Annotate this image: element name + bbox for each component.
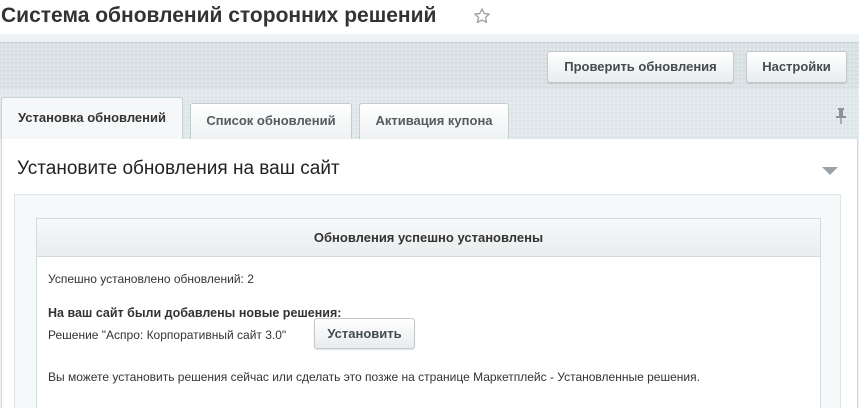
settings-button[interactable]: Настройки <box>746 51 847 83</box>
pin-icon[interactable] <box>835 108 847 124</box>
success-notice: Обновления успешно установлены Успешно у… <box>36 218 821 408</box>
chevron-down-icon[interactable] <box>821 166 839 176</box>
install-later-note: Вы можете установить решения сейчас или … <box>48 370 700 384</box>
content-panel: Установите обновления на ваш сайт Обновл… <box>1 139 858 408</box>
notice-header: Обновления успешно установлены <box>37 219 820 257</box>
page-title: Система обновлений сторонних решений <box>1 4 437 27</box>
panel-body: Обновления успешно установлены Успешно у… <box>14 194 841 408</box>
panel-title: Установите обновления на ваш сайт <box>17 158 340 179</box>
tab-updates-list[interactable]: Список обновлений <box>190 103 352 139</box>
tab-coupon-activation[interactable]: Активация купона <box>359 103 509 139</box>
install-solution-button[interactable]: Установить <box>314 318 415 349</box>
star-icon[interactable] <box>473 7 491 25</box>
title-bar: Система обновлений сторонних решений <box>0 0 859 34</box>
tab-install-updates[interactable]: Установка обновлений <box>1 97 183 139</box>
tabs-bar: Установка обновлений Список обновлений А… <box>0 89 859 139</box>
check-updates-button[interactable]: Проверить обновления <box>547 51 734 83</box>
new-solutions-heading: На ваш сайт были добавлены новые решения… <box>48 306 342 320</box>
solution-name-text: Решение "Аспро: Корпоративный сайт 3.0" <box>48 328 287 342</box>
installed-count-text: Успешно установлено обновлений: 2 <box>48 272 254 286</box>
toolbar: Проверить обновления Настройки <box>0 42 859 89</box>
